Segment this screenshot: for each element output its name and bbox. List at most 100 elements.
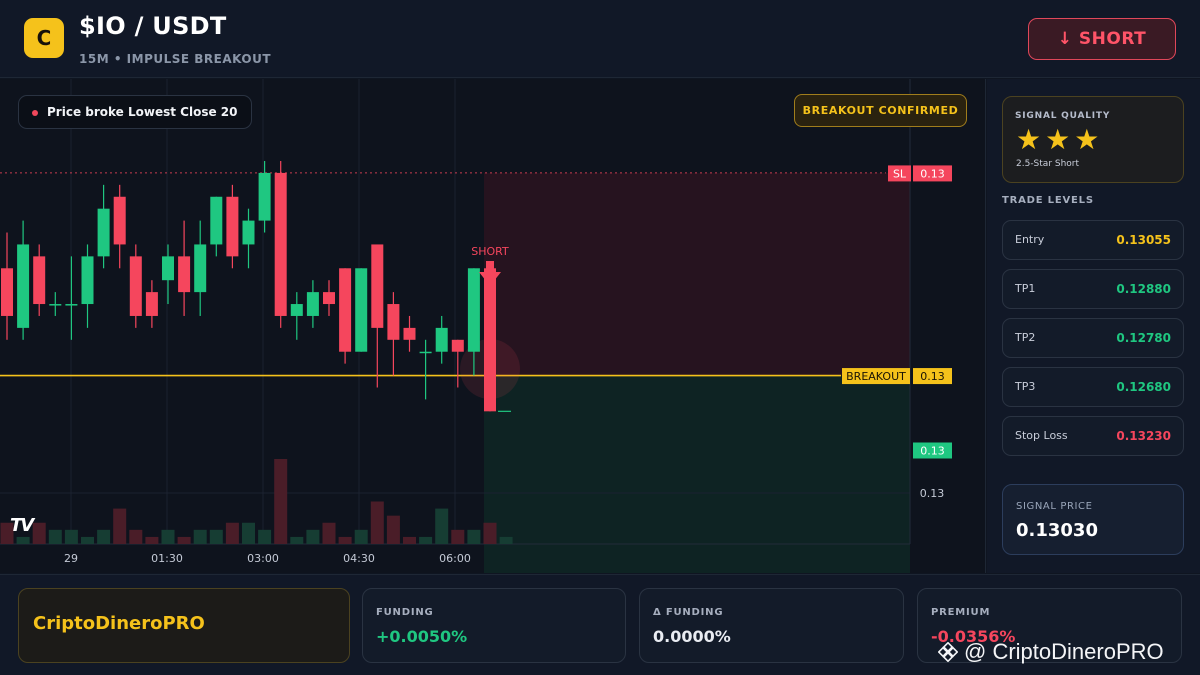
candle-body <box>435 327 448 352</box>
short-marker-label: SHORT <box>471 245 509 258</box>
candle-body <box>451 339 464 352</box>
volume-bar <box>403 536 416 544</box>
signal-price-label: SIGNAL PRICE <box>1016 501 1093 512</box>
x-tick-label: 01:30 <box>151 552 183 565</box>
candle-body <box>49 304 62 306</box>
signal-quality-card: SIGNAL QUALITY ★★★ 2.5-Star Short <box>1002 96 1184 183</box>
candle-body <box>484 268 496 412</box>
volume-bar <box>242 522 255 544</box>
candle-body <box>290 304 303 316</box>
volume-bar <box>32 522 46 544</box>
signal-price-card: SIGNAL PRICE 0.13030 <box>1002 484 1184 555</box>
volume-bar <box>306 529 320 544</box>
funding-card: FUNDING +0.0050% <box>362 588 626 663</box>
sl-price-tag: 0.13 <box>920 167 945 180</box>
candle-body <box>371 244 384 328</box>
short-button[interactable]: ↓ SHORT <box>1028 18 1176 60</box>
x-tick-label: 06:00 <box>439 552 471 565</box>
trade-level-name: TP3 <box>1015 380 1036 393</box>
volume-bar <box>193 529 207 544</box>
trade-level-row: Stop Loss 0.13230 <box>1002 416 1184 456</box>
volume-bar <box>145 536 159 544</box>
signal-reason-pill: Price broke Lowest Close 20 <box>18 95 253 129</box>
signal-panel: SIGNAL QUALITY ★★★ 2.5-Star Short TRADE … <box>987 79 1200 573</box>
trade-level-row: TP2 0.12780 <box>1002 318 1184 358</box>
trade-level-name: Stop Loss <box>1015 429 1068 442</box>
trade-level-value: 0.13055 <box>1116 233 1171 247</box>
x-tick-label: 03:00 <box>247 552 279 565</box>
volume-bar <box>225 522 239 544</box>
candle-body <box>323 292 335 305</box>
candle-body <box>113 196 126 245</box>
candle-body <box>355 268 368 352</box>
volume-bar <box>113 508 127 544</box>
volume-bar <box>419 536 433 544</box>
candle-body <box>419 351 432 354</box>
chart-area[interactable]: SHORT SL 0.13 BREAKOUT 0.13 0.13 0.13 29 01:30 03… <box>0 79 986 573</box>
breakout-price-tag: 0.13 <box>920 370 945 383</box>
trade-level-value: 0.12680 <box>1116 380 1171 394</box>
candle-body <box>178 256 191 293</box>
delta-funding-value: 0.0000% <box>653 627 731 646</box>
candlestick-chart[interactable]: SHORT SL 0.13 BREAKOUT 0.13 0.13 0.13 29 01:30 03… <box>0 79 986 573</box>
candle-body <box>81 256 94 305</box>
premium-label: PREMIUM <box>931 607 991 618</box>
take-profit-zone <box>484 375 910 573</box>
candle-body <box>162 256 174 281</box>
trade-level-row: TP3 0.12680 <box>1002 367 1184 407</box>
candle-body <box>226 196 239 257</box>
volume-bar <box>129 529 143 544</box>
trade-level-value: 0.12880 <box>1116 282 1171 296</box>
axis-price-label: 0.13 <box>920 487 945 500</box>
star-rating-icon: ★★★ <box>1016 123 1104 156</box>
stop-loss-zone <box>484 172 910 376</box>
volume-bar <box>435 508 449 544</box>
volume-bar <box>499 536 513 544</box>
pair-title: $IO / USDT <box>79 12 227 40</box>
trade-level-row: Entry 0.13055 <box>1002 220 1184 260</box>
breakout-tag: BREAKOUT <box>846 370 906 383</box>
breakout-confirmed-badge: BREAKOUT CONFIRMED <box>794 94 967 127</box>
volume-bar <box>370 501 384 544</box>
footer: CriptoDineroPRO FUNDING +0.0050% Δ FUNDI… <box>0 574 1200 675</box>
signal-quality-subtitle: 2.5-Star Short <box>1016 159 1080 169</box>
trade-level-name: TP2 <box>1015 331 1036 344</box>
candle-body <box>65 304 78 306</box>
trade-level-value: 0.12780 <box>1116 331 1171 345</box>
signal-price-value: 0.13030 <box>1016 520 1098 541</box>
watermark: @ CriptoDineroPRO <box>938 639 1164 665</box>
candle-body <box>467 268 480 352</box>
coin-logo-icon: C <box>24 18 64 58</box>
candle-body <box>194 244 207 293</box>
volume-bar <box>161 529 175 544</box>
candle-body <box>145 292 158 316</box>
volume-bar <box>386 515 400 544</box>
volume-bar <box>64 529 78 544</box>
x-tick-label: 04:30 <box>343 552 375 565</box>
trade-level-value: 0.13230 <box>1116 429 1171 443</box>
brand-card[interactable]: CriptoDineroPRO <box>18 588 350 663</box>
signal-quality-title: SIGNAL QUALITY <box>1015 111 1111 121</box>
candle-body <box>306 292 319 316</box>
timeframe-subtitle: 15M • IMPULSE BREAKOUT <box>79 52 272 66</box>
volume-bar <box>274 459 288 544</box>
brand-name: CriptoDineroPRO <box>33 613 205 634</box>
volume-bar <box>48 529 62 544</box>
candle-body <box>387 304 400 340</box>
volume-bar <box>338 536 352 544</box>
candle-body <box>210 196 223 245</box>
volume-bar <box>467 529 481 544</box>
header: C $IO / USDT 15M • IMPULSE BREAKOUT ↓ SH… <box>0 0 1200 78</box>
delta-funding-card: Δ FUNDING 0.0000% <box>639 588 904 663</box>
tradingview-logo-icon: TV <box>10 515 34 536</box>
volume-bar <box>483 522 497 544</box>
candle-body <box>258 172 271 221</box>
binance-logo-icon <box>938 642 958 662</box>
volume-bar <box>177 536 191 544</box>
trade-level-row: TP1 0.12880 <box>1002 269 1184 309</box>
trade-level-name: Entry <box>1015 233 1045 246</box>
volume-bar <box>258 529 272 544</box>
candle-body <box>339 268 352 352</box>
x-tick-label: 29 <box>64 552 78 565</box>
volume-bar <box>290 536 304 544</box>
